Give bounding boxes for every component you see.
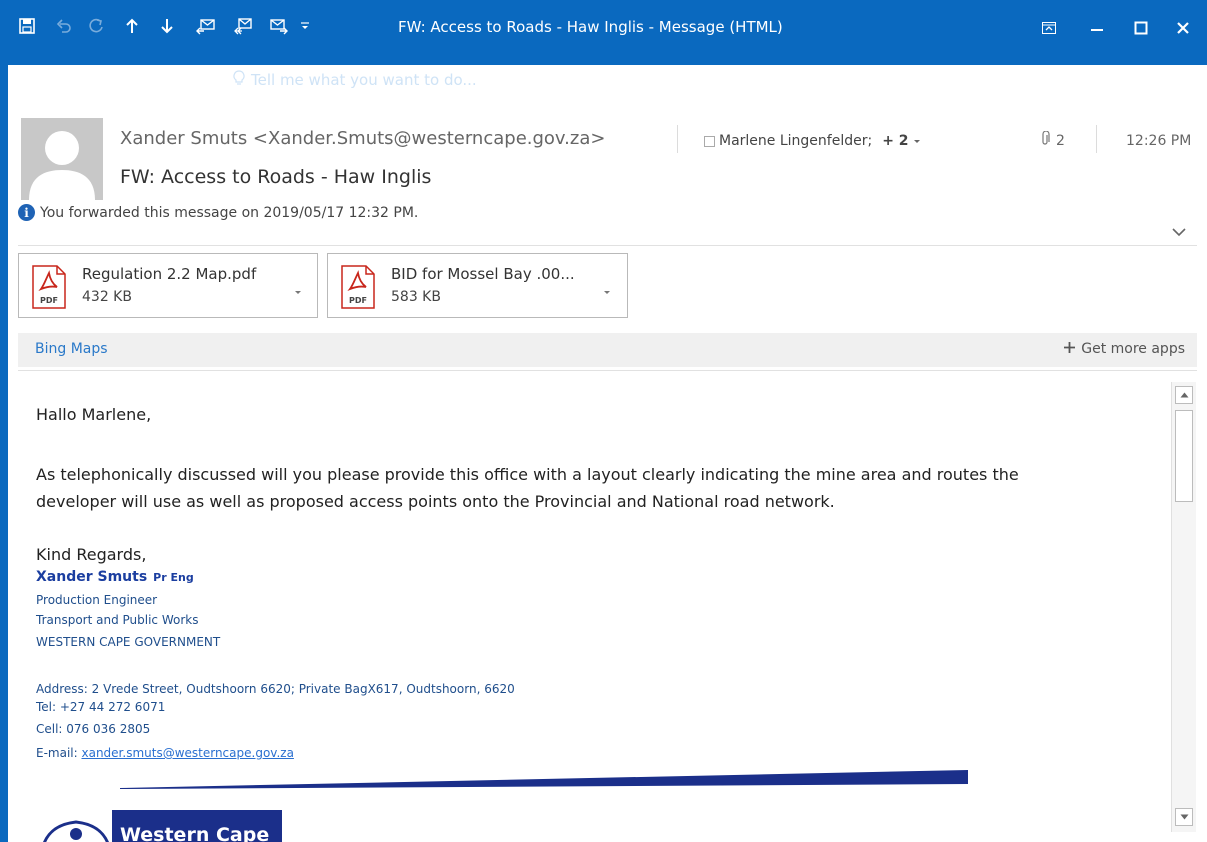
signature-email: E-mail: xander.smuts@westerncape.gov.za — [36, 746, 294, 760]
attachment-count-value: 2 — [1056, 133, 1065, 149]
get-more-apps-button[interactable]: Get more apps — [1064, 341, 1185, 357]
lightbulb-icon — [233, 70, 245, 90]
attachment[interactable]: PDF BID for Mossel Bay .00... 583 KB — [327, 253, 628, 318]
recipient-presence-icon — [704, 135, 715, 147]
email-link[interactable]: xander.smuts@westerncape.gov.za — [81, 746, 293, 760]
vertical-scrollbar[interactable] — [1171, 382, 1196, 832]
attachment-menu-icon[interactable] — [603, 281, 611, 300]
signature-address: Address: 2 Vrede Street, Oudtshoorn 6620… — [36, 682, 515, 696]
customize-toolbar-icon[interactable] — [298, 12, 312, 40]
close-icon[interactable] — [1168, 14, 1198, 42]
more-recipients[interactable]: + 2 — [882, 133, 908, 149]
sender[interactable]: Xander Smuts <Xander.Smuts@westerncape.g… — [120, 128, 605, 149]
attachment-name: BID for Mossel Bay .00... — [391, 265, 575, 283]
attachment[interactable]: PDF Regulation 2.2 Map.pdf 432 KB — [18, 253, 318, 318]
divider — [1096, 125, 1097, 153]
pdf-icon-label: PDF — [349, 296, 367, 305]
reply-all-icon[interactable] — [230, 12, 256, 40]
divider — [18, 370, 1197, 371]
tab-file[interactable]: File — [36, 70, 61, 88]
chevron-down-icon — [913, 133, 921, 149]
window-title: FW: Access to Roads - Haw Inglis - Messa… — [398, 18, 783, 36]
info-bar[interactable]: i You forwarded this message on 2019/05/… — [18, 204, 418, 221]
minimize-icon[interactable] — [1082, 14, 1112, 42]
received-time: 12:26 PM — [1126, 133, 1192, 149]
paperclip-icon — [1040, 130, 1050, 151]
recipients[interactable]: Marlene Lingenfelder; + 2 — [704, 133, 921, 149]
scroll-down-icon[interactable] — [1175, 808, 1193, 826]
apps-bar: Bing Maps Get more apps — [18, 333, 1197, 367]
tell-me-search[interactable]: Tell me what you want to do... — [233, 70, 477, 90]
western-cape-logo: Western Cape — [40, 810, 282, 842]
window-frame — [0, 65, 8, 842]
signature-name: Xander Smuts Pr Eng — [36, 569, 194, 585]
signature-title-suffix: Pr Eng — [153, 571, 194, 584]
redo-icon[interactable] — [84, 12, 108, 40]
next-item-icon[interactable] — [155, 12, 179, 40]
get-more-apps-label: Get more apps — [1081, 341, 1185, 357]
reply-icon[interactable] — [193, 12, 219, 40]
divider — [18, 245, 1197, 246]
pdf-file-icon: PDF — [341, 265, 375, 313]
info-text: You forwarded this message on 2019/05/17… — [40, 204, 419, 221]
body-closing: Kind Regards, — [36, 545, 147, 564]
subject: FW: Access to Roads - Haw Inglis — [120, 166, 432, 188]
email-label: E-mail: — [36, 746, 82, 760]
tab-message[interactable]: Message — [120, 70, 186, 88]
signature-org: WESTERN CAPE GOVERNMENT — [36, 635, 221, 649]
info-icon: i — [18, 204, 35, 221]
expand-header-icon[interactable] — [1172, 222, 1186, 241]
attachment-size: 432 KB — [82, 289, 132, 305]
forward-icon[interactable] — [266, 12, 292, 40]
attachment-size: 583 KB — [391, 289, 441, 305]
body-greeting: Hallo Marlene, — [36, 405, 152, 424]
undo-icon[interactable] — [52, 12, 76, 40]
save-icon[interactable] — [14, 12, 40, 40]
recipient-name: Marlene Lingenfelder; — [719, 133, 873, 149]
maximize-icon[interactable] — [1126, 14, 1156, 42]
body-paragraph-line: As telephonically discussed will you ple… — [36, 465, 1019, 484]
body-paragraph-line: developer will use as well as proposed a… — [36, 492, 835, 511]
signature-department: Transport and Public Works — [36, 613, 199, 627]
logo-wordmark: Western Cape — [112, 810, 282, 842]
pdf-icon-label: PDF — [40, 296, 58, 305]
coat-of-arms-icon — [40, 810, 112, 842]
scroll-up-icon[interactable] — [1175, 386, 1193, 404]
scroll-thumb[interactable] — [1175, 410, 1193, 502]
attachment-name: Regulation 2.2 Map.pdf — [82, 265, 257, 283]
divider — [677, 125, 678, 153]
attachment-menu-icon[interactable] — [294, 281, 302, 300]
ribbon-display-options-icon[interactable] — [1034, 14, 1064, 42]
signature-name-text: Xander Smuts — [36, 569, 148, 585]
signature-role: Production Engineer — [36, 593, 158, 607]
attachment-count: 2 — [1040, 130, 1065, 151]
avatar — [21, 118, 103, 200]
plus-icon — [1064, 341, 1076, 357]
previous-item-icon[interactable] — [120, 12, 144, 40]
tell-me-placeholder: Tell me what you want to do... — [251, 71, 477, 89]
signature-tel: Tel: +27 44 272 6071 — [36, 700, 166, 714]
signature-cell: Cell: 076 036 2805 — [36, 722, 151, 736]
pdf-file-icon: PDF — [32, 265, 66, 313]
bing-maps-link[interactable]: Bing Maps — [35, 341, 108, 357]
signature-banner-stripe — [120, 770, 970, 794]
